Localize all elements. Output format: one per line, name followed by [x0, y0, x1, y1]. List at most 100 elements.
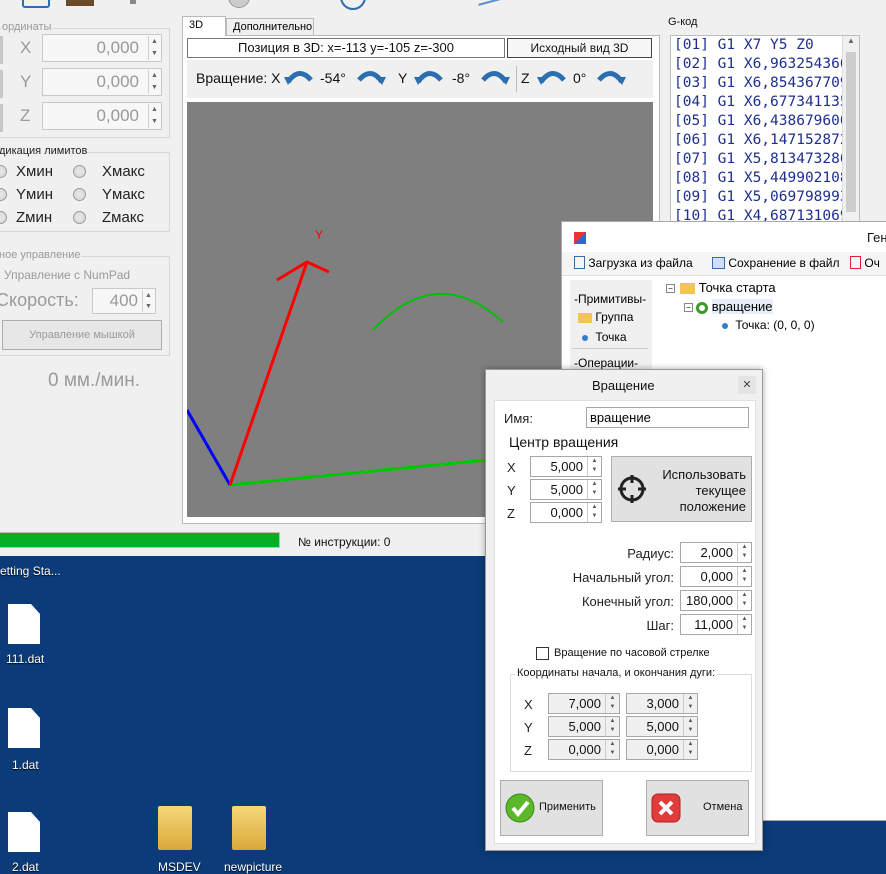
- taskbar-button[interactable]: etting Sta...: [0, 560, 120, 584]
- cancel-button[interactable]: Отмена: [646, 780, 749, 836]
- collapse-icon[interactable]: −: [684, 303, 693, 313]
- step-field[interactable]: 11,000 ▲ ▼: [680, 614, 752, 635]
- arc-y-start-value: 5,000: [568, 719, 601, 734]
- spin-up-icon[interactable]: ▲: [588, 503, 601, 512]
- spin-down-icon[interactable]: ▼: [738, 600, 751, 609]
- center-x-field[interactable]: 5,000 ▲ ▼: [530, 456, 602, 477]
- save-file-button[interactable]: Сохранение в файл: [712, 255, 840, 273]
- spin-up-icon[interactable]: ▲: [149, 36, 160, 48]
- tab-3d[interactable]: 3D: [182, 16, 226, 36]
- load-file-button[interactable]: Загрузка из файла: [574, 255, 693, 273]
- gcode-line[interactable]: [05] G1 X6,4386796006: [671, 112, 859, 131]
- apply-button[interactable]: Применить: [500, 780, 603, 836]
- center-z-field[interactable]: 0,000 ▲ ▼: [530, 502, 602, 523]
- desktop-icon-2dat[interactable]: 2.dat: [4, 812, 48, 874]
- gcode-line[interactable]: [01] G1 X7 Y5 Z0: [671, 36, 859, 55]
- reset-view-button[interactable]: Исходный вид 3D: [507, 38, 652, 58]
- spin-up-icon[interactable]: ▲: [143, 290, 154, 301]
- spin-up-icon[interactable]: ▲: [588, 457, 601, 466]
- rotate-x-left-icon[interactable]: [284, 68, 314, 86]
- speed-field[interactable]: 400 ▲ ▼: [92, 288, 156, 314]
- rotate-z-left-icon[interactable]: [537, 68, 567, 86]
- scroll-up-icon[interactable]: ▲: [843, 36, 859, 50]
- gcode-line[interactable]: [09] G1 X5,0697989934: [671, 188, 859, 207]
- spin-down-icon[interactable]: ▼: [588, 512, 601, 521]
- coord-y-field[interactable]: 0,000 ▲ ▼: [42, 68, 162, 96]
- open-icon[interactable]: [22, 0, 50, 8]
- speed-spinner[interactable]: ▲ ▼: [142, 290, 154, 312]
- collapse-icon[interactable]: −: [666, 284, 675, 294]
- clear-button[interactable]: Оч: [850, 255, 880, 273]
- gcode-line[interactable]: [03] G1 X6,8543677091: [671, 74, 859, 93]
- spin-up-icon[interactable]: ▲: [738, 543, 751, 552]
- tab-advanced[interactable]: Дополнительно: [226, 18, 314, 36]
- spin-down-icon[interactable]: ▼: [149, 82, 160, 94]
- center-x-spinner[interactable]: ▲ ▼: [587, 457, 601, 476]
- rotate-y-right-icon[interactable]: [480, 68, 510, 86]
- spin-down-icon[interactable]: ▼: [588, 489, 601, 498]
- radius-field[interactable]: 2,000 ▲ ▼: [680, 542, 752, 563]
- gcode-line[interactable]: [06] G1 X6,1471528727: [671, 131, 859, 150]
- tree-leaf[interactable]: Точка: (0, 0, 0): [722, 318, 815, 332]
- start-angle-spinner[interactable]: ▲ ▼: [737, 567, 751, 586]
- spin-up-icon[interactable]: ▲: [738, 615, 751, 624]
- rotate-x-right-icon[interactable]: [356, 68, 386, 86]
- spin-down-icon[interactable]: ▼: [738, 552, 751, 561]
- circle-icon[interactable]: [228, 0, 250, 8]
- spin-down-icon[interactable]: ▼: [149, 116, 160, 128]
- use-current-position-button[interactable]: Использовать текущее положение: [611, 456, 752, 522]
- name-field[interactable]: вращение: [586, 407, 749, 428]
- spin-down-icon[interactable]: ▼: [738, 624, 751, 633]
- spin-up-icon[interactable]: ▲: [738, 591, 751, 600]
- coord-y-spinner[interactable]: ▲ ▼: [148, 70, 160, 94]
- primitive-point[interactable]: Точка: [582, 330, 627, 344]
- coord-x-field[interactable]: 0,000 ▲ ▼: [42, 34, 162, 62]
- clock-icon[interactable]: [340, 0, 366, 10]
- numpad-checkbox-label[interactable]: Управление с NumPad: [4, 268, 130, 282]
- arc-z-start-field: 0,000 ▲ ▼: [548, 739, 620, 760]
- desktop-icon-111dat[interactable]: 111.dat: [4, 604, 48, 668]
- gcode-line[interactable]: [04] G1 X6,6773411358: [671, 93, 859, 112]
- spin-down-icon[interactable]: ▼: [738, 576, 751, 585]
- primitive-group[interactable]: Группа: [578, 310, 633, 324]
- center-y-spinner[interactable]: ▲ ▼: [587, 480, 601, 499]
- spin-down-icon[interactable]: ▼: [143, 301, 154, 312]
- coord-z-field[interactable]: 0,000 ▲ ▼: [42, 102, 162, 130]
- gcode-line[interactable]: [08] G1 X5,4499021086: [671, 169, 859, 188]
- gcode-line[interactable]: [10] G1 X4,6871310699: [671, 207, 859, 221]
- rotation-dialog: Вращение ✕ Имя: вращение Центр вращения …: [485, 369, 763, 851]
- clockwise-checkbox[interactable]: [536, 647, 549, 660]
- primitives-panel: -Примитивы- Группа Точка -Операции-: [570, 280, 652, 380]
- spin-down-icon[interactable]: ▼: [588, 466, 601, 475]
- gcode-scrollbar[interactable]: ▲: [842, 36, 859, 221]
- start-angle-field[interactable]: 0,000 ▲ ▼: [680, 566, 752, 587]
- dialog-close-button[interactable]: ✕: [738, 376, 756, 394]
- tree-root[interactable]: − Точка старта: [666, 280, 776, 295]
- spin-up-icon[interactable]: ▲: [738, 567, 751, 576]
- desktop-icon-1dat[interactable]: 1.dat: [4, 708, 48, 772]
- end-angle-field[interactable]: 180,000 ▲ ▼: [680, 590, 752, 611]
- spin-up-icon[interactable]: ▲: [588, 480, 601, 489]
- tree-child[interactable]: − вращение: [684, 299, 773, 314]
- coord-z-spinner[interactable]: ▲ ▼: [148, 104, 160, 128]
- gcode-line[interactable]: [07] G1 X5,8134732861: [671, 150, 859, 169]
- mouse-control-button[interactable]: Управление мышкой: [2, 320, 162, 350]
- rotate-y-left-icon[interactable]: [414, 68, 444, 86]
- desktop-icon-msdev[interactable]: MSDEV: [152, 806, 202, 874]
- spin-up-icon[interactable]: ▲: [149, 70, 160, 82]
- line-icon[interactable]: [478, 0, 508, 6]
- tool-icon[interactable]: [66, 0, 94, 6]
- scroll-thumb[interactable]: [846, 52, 856, 212]
- end-angle-spinner[interactable]: ▲ ▼: [737, 591, 751, 610]
- radius-spinner[interactable]: ▲ ▼: [737, 543, 751, 562]
- coord-x-spinner[interactable]: ▲ ▼: [148, 36, 160, 60]
- desktop-icon-newpicture[interactable]: newpicture: [220, 806, 290, 874]
- rotate-z-right-icon[interactable]: [596, 68, 626, 86]
- gcode-list[interactable]: [01] G1 X7 Y5 Z0 [02] G1 X6,9632543668 […: [670, 35, 860, 222]
- step-spinner[interactable]: ▲ ▼: [737, 615, 751, 634]
- center-y-field[interactable]: 5,000 ▲ ▼: [530, 479, 602, 500]
- center-z-spinner[interactable]: ▲ ▼: [587, 503, 601, 522]
- spin-down-icon[interactable]: ▼: [149, 48, 160, 60]
- gcode-line[interactable]: [02] G1 X6,9632543668: [671, 55, 859, 74]
- spin-up-icon[interactable]: ▲: [149, 104, 160, 116]
